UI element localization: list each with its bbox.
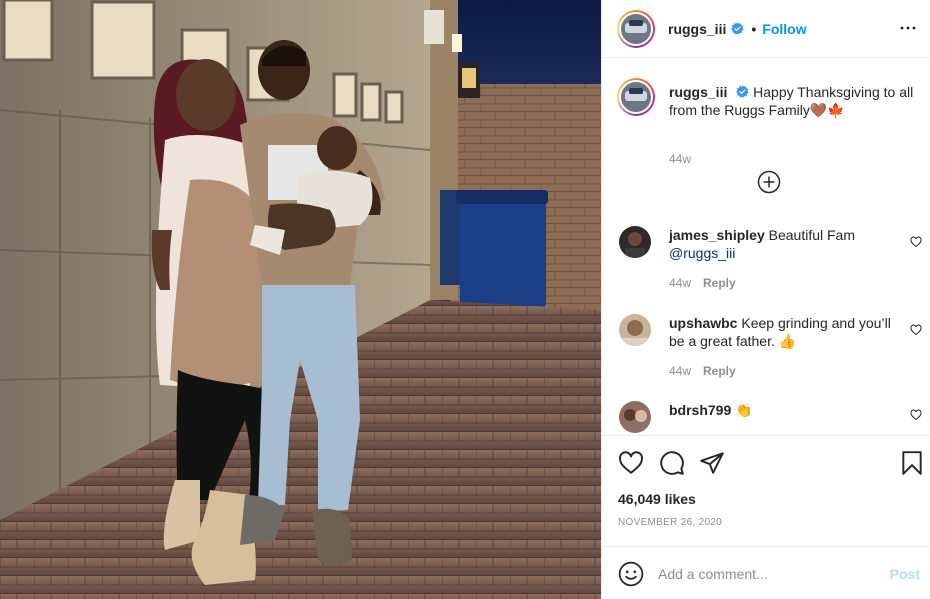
follow-button[interactable]: Follow [762, 21, 806, 37]
commenter-username[interactable]: bdrsh799 [669, 402, 731, 418]
comments-list[interactable]: ruggs_iii Happy Thanksgiving to all from… [602, 59, 930, 435]
commenter-avatar[interactable] [619, 314, 651, 346]
caption-author-avatar[interactable] [617, 78, 655, 116]
comment-body: 👏 [735, 402, 753, 418]
post-comment-button[interactable]: Post [890, 566, 920, 582]
caption-username[interactable]: ruggs_iii [669, 84, 727, 100]
comment-timestamp[interactable]: 44w [669, 276, 691, 290]
comment-item: james_shipley Beautiful Fam @ruggs_iii 4… [617, 226, 922, 298]
comment-like-heart-icon[interactable] [910, 324, 922, 336]
author-avatar[interactable] [617, 9, 655, 48]
likes-count[interactable]: 46,049 likes [618, 491, 696, 507]
verified-badge-icon [736, 85, 749, 98]
heart-icon[interactable] [618, 450, 644, 476]
post-header: ruggs_iii • Follow [602, 0, 930, 58]
emoji-icon[interactable] [618, 561, 644, 587]
post-date[interactable]: NOVEMBER 26, 2020 [618, 517, 722, 528]
separator-dot: • [751, 20, 757, 37]
instagram-post: ruggs_iii • Follow ruggs_iii Happy Thank… [0, 0, 930, 599]
comment-like-heart-icon[interactable] [910, 236, 922, 248]
verified-badge-icon [731, 22, 744, 35]
reply-button[interactable]: Reply [703, 276, 736, 290]
add-comment-bar: Post [602, 546, 930, 599]
family-photo [0, 0, 601, 599]
comment-input[interactable] [658, 561, 878, 587]
more-options-icon[interactable] [899, 19, 917, 37]
comment-body: Beautiful Fam [768, 227, 855, 243]
post-side-panel: ruggs_iii • Follow ruggs_iii Happy Thank… [601, 0, 930, 599]
comment-item: upshawbc Keep grinding and you’ll be a g… [617, 314, 922, 386]
caption-text-block: ruggs_iii Happy Thanksgiving to all from… [669, 83, 919, 119]
comment-meta: 44w Reply [669, 276, 736, 290]
reply-button[interactable]: Reply [703, 364, 736, 378]
commenter-username[interactable]: upshawbc [669, 315, 737, 331]
plus-circle-icon[interactable] [757, 170, 781, 194]
commenter-avatar[interactable] [619, 226, 651, 258]
comment-timestamp[interactable]: 44w [669, 364, 691, 378]
comment-meta: 44w Reply [669, 364, 736, 378]
commenter-avatar[interactable] [619, 401, 651, 433]
comment-mention-link[interactable]: @ruggs_iii [669, 245, 735, 261]
caption-timestamp[interactable]: 44w [669, 152, 691, 166]
post-photo[interactable] [0, 0, 601, 599]
bookmark-icon[interactable] [899, 450, 925, 476]
comment-icon[interactable] [659, 450, 685, 476]
comment-like-heart-icon[interactable] [910, 409, 922, 421]
post-actions: 46,049 likes NOVEMBER 26, 2020 Post [602, 435, 930, 599]
comment-item: bdrsh799 👏 [617, 401, 922, 435]
commenter-username[interactable]: james_shipley [669, 227, 765, 243]
author-username[interactable]: ruggs_iii [668, 21, 726, 37]
comment-text-block: james_shipley Beautiful Fam @ruggs_iii [669, 226, 894, 262]
comment-text-block: bdrsh799 👏 [669, 401, 894, 419]
share-icon[interactable] [699, 450, 725, 476]
comment-text-block: upshawbc Keep grinding and you’ll be a g… [669, 314, 894, 350]
